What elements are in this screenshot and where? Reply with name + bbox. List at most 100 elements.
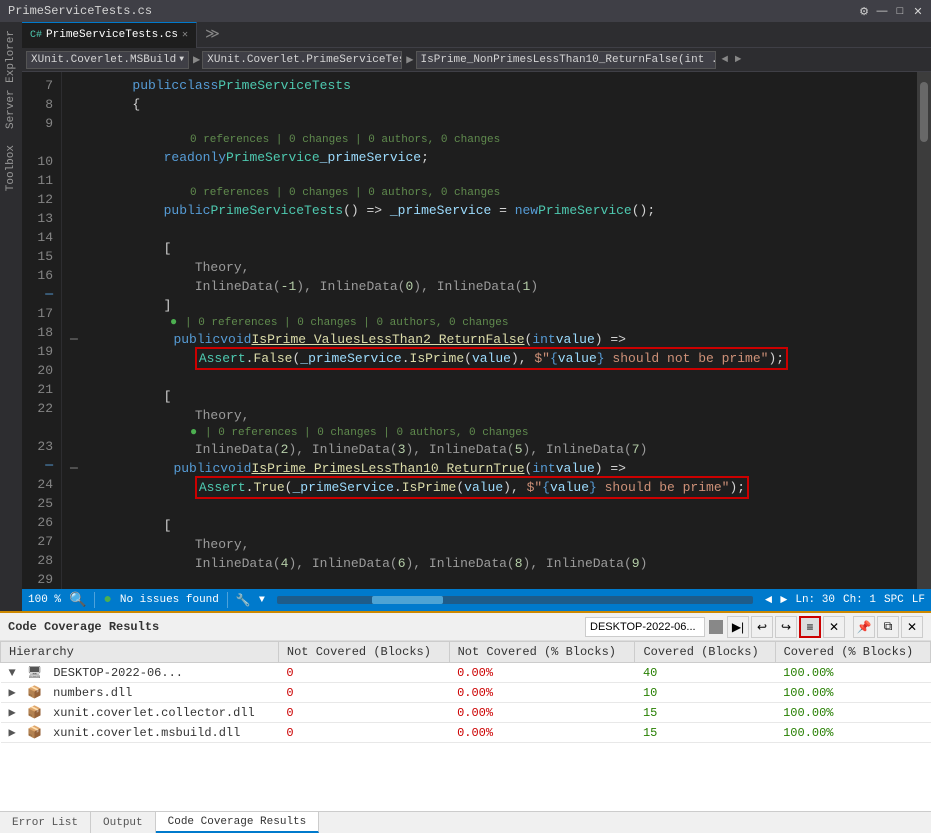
panel-close-panel-button[interactable]: ✕ (901, 616, 923, 638)
coverage-row-msbuild[interactable]: ▶ 📦 xunit.coverlet.msbuild.dll 0 0.00% 1… (1, 723, 931, 743)
title-bar-filename: PrimeServiceTests.cs (8, 4, 152, 18)
col-header-hierarchy[interactable]: Hierarchy (1, 642, 279, 663)
panel-clear-button[interactable]: ✕ (823, 616, 845, 638)
panel-toolbar: ▶| ↩ ↪ ≡ ✕ (585, 616, 845, 638)
panel-input-icon (709, 620, 723, 634)
status-line: Ln: 30 (795, 594, 835, 606)
panel-run-button[interactable]: ▶| (727, 616, 749, 638)
status-scroll-thumb (372, 596, 443, 604)
status-sep2 (227, 592, 228, 608)
expand-arrow-msbuild[interactable]: ▶ (9, 726, 16, 740)
code-editor[interactable]: 7 8 9 10 11 12 13 14 15 16 ─ 17 18 19 20… (22, 72, 931, 589)
numbers-cov-pct: 100.00% (783, 686, 833, 700)
code-line-8: { (70, 95, 917, 114)
nav-dropdown-project-label: XUnit.Coverlet.MSBuild (31, 54, 176, 66)
desktop-cov-pct: 100.00% (783, 666, 833, 680)
coverage-row-collector[interactable]: ▶ 📦 xunit.coverlet.collector.dll 0 0.00%… (1, 703, 931, 723)
expand-arrow-desktop[interactable]: ▼ (9, 666, 16, 680)
numbers-not-cov-blocks: 0 (286, 686, 293, 700)
coverage-table[interactable]: Hierarchy Not Covered (Blocks) Not Cover… (0, 641, 931, 811)
msbuild-cov-blocks: 15 (643, 726, 657, 740)
code-line-10: readonly PrimeService _primeService; (70, 148, 917, 167)
numbers-cov-blocks: 10 (643, 686, 657, 700)
status-zoom[interactable]: 100 % (28, 594, 61, 606)
nav-dropdown-project[interactable]: XUnit.Coverlet.MSBuild ▼ (26, 51, 189, 69)
panel-float-button[interactable]: ⧉ (877, 616, 899, 638)
code-line-22: Theory, (70, 406, 917, 425)
panel-pin-button[interactable]: 📌 (853, 616, 875, 638)
col-header-covered-blocks[interactable]: Covered (Blocks) (635, 642, 775, 663)
col-header-not-covered-blocks[interactable]: Not Covered (Blocks) (278, 642, 449, 663)
nav-dropdown-class[interactable]: XUnit.Coverlet.PrimeServiceTests ▼ (202, 51, 402, 69)
code-line-7: public class PrimeServiceTests (70, 76, 917, 95)
tab-code-coverage-results[interactable]: Code Coverage Results (156, 812, 320, 833)
ref-info-10: 0 references | 0 changes | 0 authors, 0 … (70, 133, 917, 148)
close-button[interactable]: ✕ (909, 2, 927, 20)
dll-icon-msbuild: 📦 (27, 726, 42, 740)
coverage-row-desktop[interactable]: ▼ 🖥 DESKTOP-2022-06... 0 0.00% 40 100.00… (1, 663, 931, 683)
col-header-not-covered-pct[interactable]: Not Covered (% Blocks) (449, 642, 635, 663)
status-scroll-right[interactable]: ► (780, 593, 787, 607)
editor-tab-active[interactable]: C# PrimeServiceTests.cs ✕ (22, 22, 197, 48)
tab-close-icon[interactable]: ✕ (182, 29, 188, 41)
panel-search-input[interactable] (585, 617, 705, 637)
collector-not-cov-blocks: 0 (286, 706, 293, 720)
status-line-ending: LF (912, 594, 925, 606)
code-line-12: public PrimeServiceTests() => _primeServ… (70, 201, 917, 220)
maximize-button[interactable]: □ (891, 2, 909, 20)
collector-cov-blocks: 15 (643, 706, 657, 720)
status-icon: 🔍 (69, 592, 86, 609)
sidebar-toolbox[interactable]: Toolbox (3, 137, 19, 199)
nav-separator2: ▶ (406, 52, 413, 67)
tab-output[interactable]: Output (91, 812, 156, 833)
panel-report-button[interactable]: ≡ (799, 616, 821, 638)
nav-dropdown-method[interactable]: IsPrime_NonPrimesLessThan10_ReturnFalse(… (416, 51, 716, 69)
row-name-msbuild: xunit.coverlet.msbuild.dll (53, 726, 240, 740)
editor-scrollbar[interactable] (917, 72, 931, 589)
nav-dropdown-class-label: XUnit.Coverlet.PrimeServiceTests (207, 54, 402, 66)
code-line-23: InlineData(2), InlineData(3), InlineData… (70, 440, 917, 459)
scrollbar-thumb (920, 82, 928, 142)
row-name-desktop: DESKTOP-2022-06... (53, 666, 183, 680)
panel-title-bar: Code Coverage Results ▶| ↩ ↪ ≡ ✕ 📌 ⧉ ✕ (0, 613, 931, 641)
code-line-16: InlineData(-1), InlineData(0), InlineDat… (70, 277, 917, 296)
code-line-25: Assert.True(_primeService.IsPrime(value)… (70, 478, 917, 497)
expand-arrow-numbers[interactable]: ▶ (9, 686, 16, 700)
status-scroll-left[interactable]: ◄ (765, 593, 772, 607)
status-bar: 100 % 🔍 ● No issues found 🔧 ▼ ◄ ► Ln: 30… (22, 589, 931, 611)
status-scroll-track[interactable] (277, 596, 753, 604)
tab-add-button[interactable]: ≫ (197, 26, 228, 43)
status-dropdown-arrow[interactable]: ▼ (259, 595, 265, 606)
settings-button[interactable]: ⚙ (855, 2, 873, 20)
tab-error-list[interactable]: Error List (0, 812, 91, 833)
code-line-9 (70, 114, 917, 133)
expand-arrow-collector[interactable]: ▶ (9, 706, 16, 720)
code-line-26 (70, 497, 917, 516)
code-line-27: [ (70, 516, 917, 535)
desktop-not-cov-pct: 0.00% (457, 666, 493, 680)
code-line-19: Assert.False(_primeService.IsPrime(value… (70, 349, 917, 368)
status-right: Ln: 30 Ch: 1 SPC LF (795, 594, 925, 606)
code-line-17: ] (70, 296, 917, 315)
code-line-11 (70, 167, 917, 186)
status-no-issues: No issues found (120, 594, 219, 606)
msbuild-cov-pct: 100.00% (783, 726, 833, 740)
nav-dropdown-method-label: IsPrime_NonPrimesLessThan10_ReturnFalse(… (421, 54, 716, 66)
coverage-row-numbers[interactable]: ▶ 📦 numbers.dll 0 0.00% 10 100.00% (1, 683, 931, 703)
nav-dropdown-arrow1: ▼ (179, 55, 184, 64)
minimize-button[interactable]: — (873, 2, 891, 20)
code-content[interactable]: public class PrimeServiceTests { 0 refer… (62, 72, 917, 589)
nav-bar: XUnit.Coverlet.MSBuild ▼ ▶ XUnit.Coverle… (22, 48, 931, 72)
collector-cov-pct: 100.00% (783, 706, 833, 720)
sidebar-server-explorer[interactable]: Server Explorer (3, 22, 19, 137)
msbuild-not-cov-blocks: 0 (286, 726, 293, 740)
col-header-covered-pct[interactable]: Covered (% Blocks) (775, 642, 930, 663)
status-tool-icon: 🔧 (236, 593, 251, 608)
status-encoding: SPC (884, 594, 904, 606)
row-name-collector: xunit.coverlet.collector.dll (53, 706, 255, 720)
nav-separator1: ▶ (193, 52, 200, 67)
panel-undo-button[interactable]: ↩ (751, 616, 773, 638)
nav-arrows: ◄ ► (718, 54, 746, 66)
panel-redo-button[interactable]: ↪ (775, 616, 797, 638)
numbers-not-cov-pct: 0.00% (457, 686, 493, 700)
